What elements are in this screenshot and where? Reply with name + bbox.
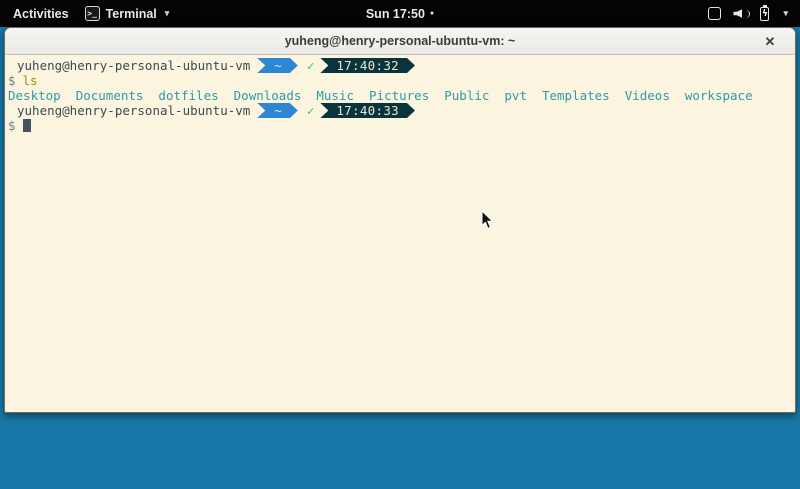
dir-entry: Music [316,88,354,103]
notification-dot-icon: ● [430,0,434,27]
app-menu-label: Terminal [106,7,157,21]
dir-entry: Public [444,88,489,103]
dir-entry: Downloads [234,88,302,103]
dir-entry: workspace [685,88,753,103]
display-icon [708,7,721,20]
terminal-window: yuheng@henry-personal-ubuntu-vm: ~ ✕ yuh… [4,27,796,413]
clock-label[interactable]: Sun 17:50 [366,7,425,21]
command-text: ls [23,73,38,88]
desktop: { "topbar": { "activities_label": "Activ… [0,0,800,489]
activities-button[interactable]: Activities [11,7,71,21]
prompt-path-segment: ~ [257,58,298,73]
dir-entry: dotfiles [158,88,218,103]
prompt-time-badge: 17:40:32 [320,58,415,73]
system-menu-caret-icon: ▾ [783,8,788,19]
window-titlebar[interactable]: yuheng@henry-personal-ubuntu-vm: ~ ✕ [5,28,795,55]
prompt-dollar: $ [8,118,16,133]
ls-output-line: Desktop Documents dotfiles Downloads Music Pi… [8,88,795,103]
dir-entry: Documents [76,88,144,103]
check-icon: ✓ [307,103,315,118]
input-line[interactable]: $ [8,118,795,133]
dir-entry: Desktop [8,88,61,103]
prompt-user: yuheng@henry-personal-ubuntu-vm [17,58,250,73]
prompt-line: yuheng@henry-personal-ubuntu-vm ~ ✓ 17:40:3… [8,103,795,118]
command-line: $ ls [8,73,795,88]
dir-entry: Videos [625,88,670,103]
dir-entry: Templates [542,88,610,103]
dir-entry: pvt [504,88,527,103]
terminal-app-icon: >_ [85,6,100,21]
top-bar: Activities >_ Terminal ▾ Sun 17:50 ● ϟ ▾ [0,0,800,27]
terminal-content[interactable]: yuheng@henry-personal-ubuntu-vm ~ ✓ 17:40:3… [5,55,795,133]
text-cursor [23,119,31,132]
window-title: yuheng@henry-personal-ubuntu-vm: ~ [285,34,516,48]
dir-entry: Pictures [369,88,429,103]
close-icon[interactable]: ✕ [759,28,781,55]
check-icon: ✓ [307,58,315,73]
system-status-area[interactable]: ϟ ▾ [708,0,800,27]
prompt-time-badge: 17:40:33 [320,103,415,118]
prompt-user: yuheng@henry-personal-ubuntu-vm [17,103,250,118]
prompt-dollar: $ [8,73,16,88]
app-menu[interactable]: >_ Terminal ▾ [85,6,170,21]
prompt-line: yuheng@henry-personal-ubuntu-vm ~ ✓ 17:40:3… [8,58,795,73]
battery-charging-icon: ϟ [760,7,769,21]
volume-icon [733,7,748,20]
prompt-path-segment: ~ [257,103,298,118]
chevron-down-icon: ▾ [165,8,170,19]
